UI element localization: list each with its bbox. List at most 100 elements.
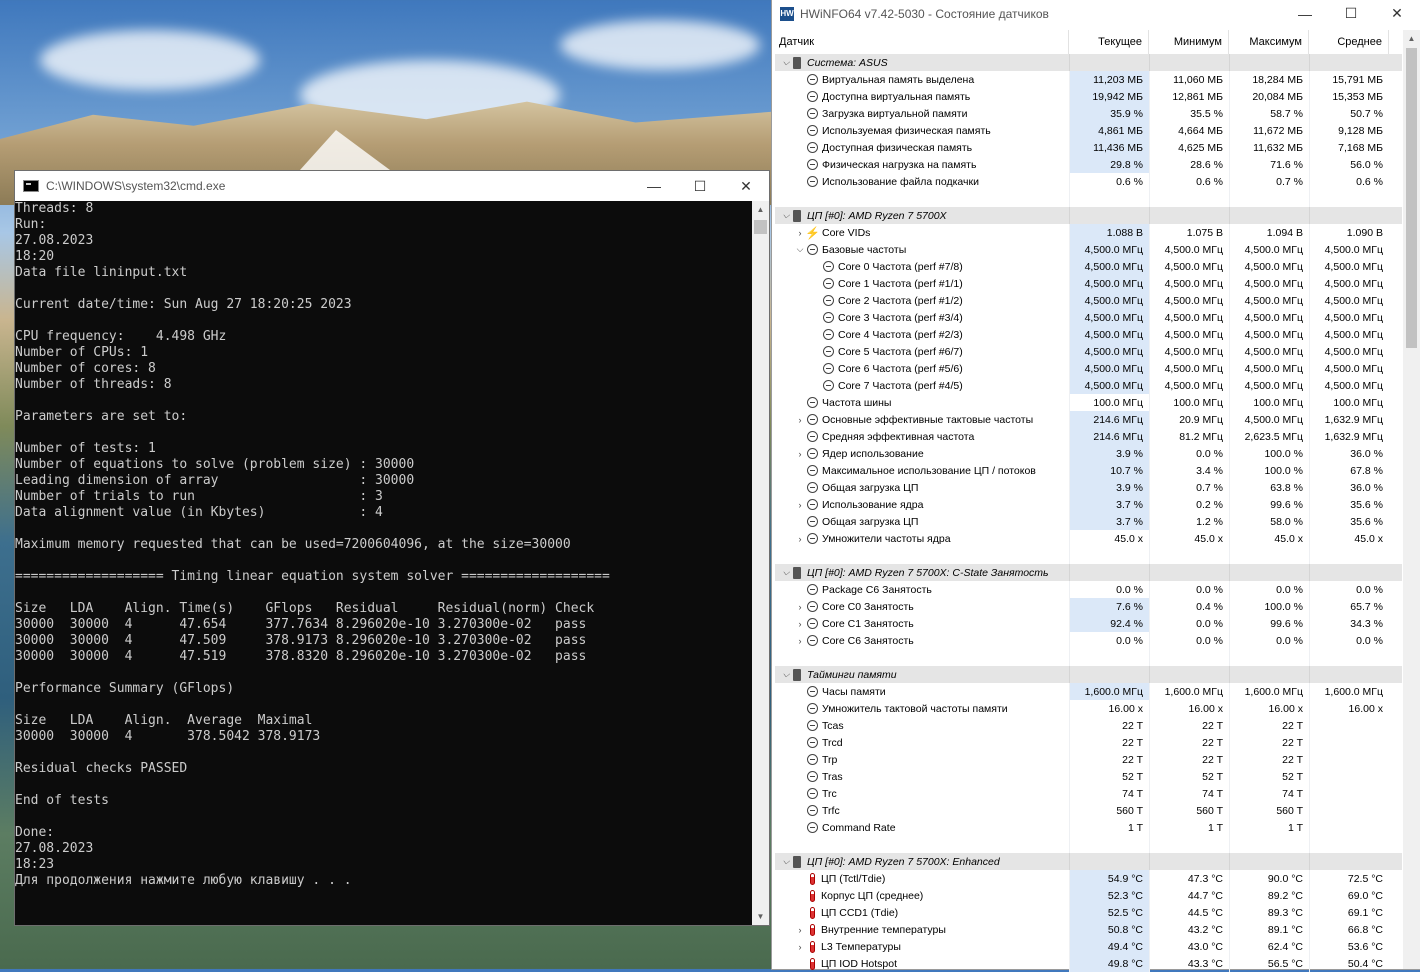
sensor-row[interactable]: › ⚡ Core VIDs 1.088 В 1.075 В 1.094 В 1.090 В xyxy=(775,224,1402,241)
sensor-row[interactable]: Часы памяти 1,600.0 МГц 1,600.0 МГц 1,600.0… xyxy=(775,683,1402,700)
sensor-row[interactable]: Доступна виртуальная память 19,942 МБ 12,8… xyxy=(775,88,1402,105)
sensor-row[interactable]: Физическая нагрузка на память 29.8 % 28.6 … xyxy=(775,156,1402,173)
sensor-name-cell: Trfc xyxy=(775,802,1069,819)
console-line: End of tests xyxy=(15,793,109,808)
sensor-label: ЦП (Tctl/Tdie) xyxy=(821,872,886,885)
sensor-row[interactable]: › Использование ядра 3.7 % 0.2 % 99.6 % 35.6 … xyxy=(775,496,1402,513)
sensor-row[interactable]: Tras 52 T 52 T 52 T xyxy=(775,768,1402,785)
sensor-group-row[interactable]: ⌵ ЦП [#0]: AMD Ryzen 7 5700X: C-State Зан… xyxy=(775,564,1402,581)
collapse-chevron-icon[interactable]: ⌵ xyxy=(779,856,793,867)
sensor-row[interactable]: ⌵ Базовые частоты 4,500.0 МГц 4,500.0 МГц 4,… xyxy=(775,241,1402,258)
sensor-row[interactable]: Частота шины 100.0 МГц 100.0 МГц 100.0 МГц 1… xyxy=(775,394,1402,411)
expand-chevron-icon[interactable]: › xyxy=(793,415,807,425)
hwinfo-scroll-thumb[interactable] xyxy=(1406,48,1417,348)
sensor-row[interactable]: Core 4 Частота (perf #2/3) 4,500.0 МГц 4,5… xyxy=(775,326,1402,343)
value-min xyxy=(1149,547,1229,564)
sensor-row[interactable]: Общая загрузка ЦП 3.7 % 1.2 % 58.0 % 35.6 % xyxy=(775,513,1402,530)
cmd-titlebar[interactable]: C:\WINDOWS\system32\cmd.exe — ☐ ✕ xyxy=(15,171,769,201)
sensor-row[interactable]: › L3 Температуры 49.4 °C 43.0 °C 62.4 °C 53.6… xyxy=(775,938,1402,955)
collapse-chevron-icon[interactable]: ⌵ xyxy=(779,57,793,68)
expand-chevron-icon[interactable]: › xyxy=(793,942,807,952)
collapse-chevron-icon[interactable]: ⌵ xyxy=(779,567,793,578)
sensor-row[interactable]: ЦП IOD Hotspot 49.8 °C 43.3 °C 56.5 °C 50.4 … xyxy=(775,955,1402,972)
expand-chevron-icon[interactable]: › xyxy=(793,449,807,459)
sensor-name-cell: Доступная физическая память xyxy=(775,139,1069,156)
column-header-max[interactable]: Максимум xyxy=(1229,30,1309,54)
sensor-row[interactable]: Command Rate 1 T1 T1 T xyxy=(775,819,1402,836)
cmd-scrollbar[interactable]: ▲ ▼ xyxy=(752,201,769,925)
console-line: 30000 30000 4 378.5042 378.9173 xyxy=(15,729,321,744)
hwinfo-minimize-button[interactable]: — xyxy=(1282,0,1328,27)
collapse-chevron-icon[interactable]: ⌵ xyxy=(793,244,807,255)
expand-chevron-icon[interactable]: › xyxy=(793,500,807,510)
sensor-label: Базовые частоты xyxy=(822,243,907,256)
cmd-scroll-thumb[interactable] xyxy=(754,220,767,234)
sensor-row[interactable]: ЦП (Tctl/Tdie) 54.9 °C 47.3 °C 90.0 °C 72.5 … xyxy=(775,870,1402,887)
cmd-maximize-button[interactable]: ☐ xyxy=(677,171,723,201)
value-min: 35.5 % xyxy=(1149,105,1229,122)
sensor-row[interactable]: Core 7 Частота (perf #4/5) 4,500.0 МГц 4,5… xyxy=(775,377,1402,394)
expand-chevron-icon[interactable]: › xyxy=(793,636,807,646)
scroll-up-arrow-icon[interactable]: ▲ xyxy=(1403,30,1420,47)
sensor-row[interactable]: ЦП CCD1 (Tdie) 52.5 °C 44.5 °C 89.3 °C 69.1 … xyxy=(775,904,1402,921)
sensor-row[interactable]: Core 0 Частота (perf #7/8) 4,500.0 МГц 4,5… xyxy=(775,258,1402,275)
console-output[interactable]: Threads: 8 Run: 27.08.2023 18:20 Data file l… xyxy=(15,201,752,925)
sensor-row[interactable]: › Core C1 Занятость 92.4 % 0.0 % 99.6 % 34.3 … xyxy=(775,615,1402,632)
expand-chevron-icon[interactable]: › xyxy=(793,602,807,612)
column-header-current[interactable]: Текущее xyxy=(1069,30,1149,54)
sensor-group-row[interactable]: ⌵ ЦП [#0]: AMD Ryzen 7 5700X xyxy=(775,207,1402,224)
column-header-avg[interactable]: Среднее xyxy=(1309,30,1389,54)
value-min: 0.0 % xyxy=(1149,632,1229,649)
sensor-row[interactable]: Core 5 Частота (perf #6/7) 4,500.0 МГц 4,5… xyxy=(775,343,1402,360)
sensor-row[interactable]: Core 1 Частота (perf #1/1) 4,500.0 МГц 4,5… xyxy=(775,275,1402,292)
sensor-row[interactable]: Общая загрузка ЦП 3.9 % 0.7 % 63.8 % 36.0 % xyxy=(775,479,1402,496)
spacer-row xyxy=(775,836,1402,853)
sensor-gauge-icon xyxy=(807,159,818,170)
sensor-row[interactable]: Core 6 Частота (perf #5/6) 4,500.0 МГц 4,5… xyxy=(775,360,1402,377)
sensor-row[interactable]: › Умножители частоты ядра 45.0 x 45.0 x 45.0… xyxy=(775,530,1402,547)
hwinfo-close-button[interactable]: ✕ xyxy=(1374,0,1420,27)
sensor-group-row[interactable]: ⌵ Тайминги памяти xyxy=(775,666,1402,683)
sensor-row[interactable]: › Core C6 Занятость 0.0 % 0.0 % 0.0 % 0.0 % xyxy=(775,632,1402,649)
hwinfo-titlebar[interactable]: HW HWiNFO64 v7.42-5030 - Состояние датчи… xyxy=(772,0,1420,27)
sensor-row[interactable]: Используемая физическая память 4,861 МБ 4,… xyxy=(775,122,1402,139)
sensor-row[interactable]: Умножитель тактовой частоты памяти 16.00 … xyxy=(775,700,1402,717)
sensor-row[interactable]: Trcd 22 T 22 T 22 T xyxy=(775,734,1402,751)
scroll-up-arrow-icon[interactable]: ▲ xyxy=(752,201,769,218)
sensor-row[interactable]: Core 3 Частота (perf #3/4) 4,500.0 МГц 4,5… xyxy=(775,309,1402,326)
collapse-chevron-icon[interactable]: ⌵ xyxy=(779,669,793,680)
sensor-row[interactable]: Средняя эффективная частота 214.6 МГц 81.2… xyxy=(775,428,1402,445)
sensor-row[interactable]: Trp 22 T 22 T 22 T xyxy=(775,751,1402,768)
sensor-row[interactable]: Tcas 22 T 22 T 22 T xyxy=(775,717,1402,734)
collapse-chevron-icon[interactable]: ⌵ xyxy=(779,210,793,221)
sensor-row[interactable]: Виртуальная память выделена 11,203 МБ 11,0… xyxy=(775,71,1402,88)
cmd-minimize-button[interactable]: — xyxy=(631,171,677,201)
expand-chevron-icon[interactable]: › xyxy=(793,925,807,935)
expand-chevron-icon[interactable]: › xyxy=(793,619,807,629)
value-current: 0.6 % xyxy=(1069,173,1149,190)
value-current: 3.7 % xyxy=(1069,496,1149,513)
sensor-row[interactable]: Максимальное использование ЦП / потоков 1… xyxy=(775,462,1402,479)
sensor-row[interactable]: Корпус ЦП (среднее) 52.3 °C 44.7 °C 89.2 °C… xyxy=(775,887,1402,904)
sensor-row[interactable]: Доступная физическая память 11,436 МБ 4,62… xyxy=(775,139,1402,156)
sensor-row[interactable]: › Внутренние температуры 50.8 °C 43.2 °C 89.… xyxy=(775,921,1402,938)
sensor-row[interactable]: Загрузка виртуальной памяти 35.9 % 35.5 % 5… xyxy=(775,105,1402,122)
column-header-sensor[interactable]: Датчик xyxy=(775,30,1069,54)
column-header-min[interactable]: Минимум xyxy=(1149,30,1229,54)
sensor-name-cell xyxy=(775,836,1069,853)
sensor-group-row[interactable]: ⌵ Система: ASUS xyxy=(775,54,1402,71)
sensor-group-row[interactable]: ⌵ ЦП [#0]: AMD Ryzen 7 5700X: Enhanced xyxy=(775,853,1402,870)
expand-chevron-icon[interactable]: › xyxy=(793,534,807,544)
scroll-down-arrow-icon[interactable]: ▼ xyxy=(752,908,769,925)
hwinfo-maximize-button[interactable]: ☐ xyxy=(1328,0,1374,27)
sensor-row[interactable]: Использование файла подкачки 0.6 % 0.6 % 0.… xyxy=(775,173,1402,190)
sensor-row[interactable]: Package C6 Занятость 0.0 % 0.0 % 0.0 % 0.0 % xyxy=(775,581,1402,598)
sensor-row[interactable]: › Основные эффективные тактовые частоты 21… xyxy=(775,411,1402,428)
sensor-row[interactable]: › Core C0 Занятость 7.6 % 0.4 % 100.0 % 65.7 … xyxy=(775,598,1402,615)
sensor-row[interactable]: Trc 74 T 74 T 74 T xyxy=(775,785,1402,802)
cmd-close-button[interactable]: ✕ xyxy=(723,171,769,201)
sensor-row[interactable]: Core 2 Частота (perf #1/2) 4,500.0 МГц 4,5… xyxy=(775,292,1402,309)
sensor-row[interactable]: Trfc 560 T 560 T 560 T xyxy=(775,802,1402,819)
hwinfo-scrollbar[interactable]: ▲ xyxy=(1403,30,1420,969)
sensor-row[interactable]: › Ядер использование 3.9 % 0.0 % 100.0 % 36.0… xyxy=(775,445,1402,462)
